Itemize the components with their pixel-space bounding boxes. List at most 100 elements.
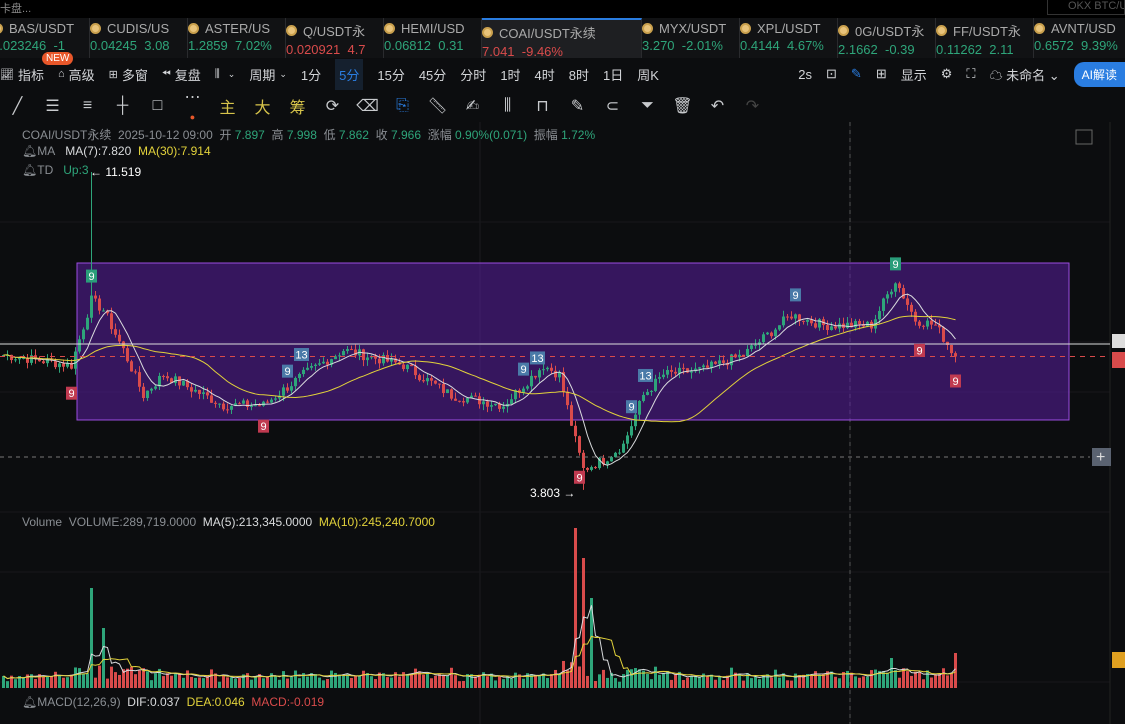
toolbar-item[interactable]: 45分: [419, 65, 446, 84]
toolbar-item[interactable]: 1时: [500, 65, 520, 84]
coin-icon: [0, 23, 3, 34]
toolbar-item[interactable]: ⊞ 多窗: [109, 65, 148, 84]
symbol-tab[interactable]: 0G/USDT永 2.1662 -0.39: [838, 18, 936, 58]
chart-area[interactable]: +9 9 9 9 13 9 13 9 9 13 9 9 9 9 COAI/USDT永续 2025-10-1…: [0, 122, 1125, 724]
candle-body: [674, 371, 677, 374]
volume-bar: [930, 677, 933, 688]
search-input[interactable]: OKX BTC/USDT: [1047, 0, 1125, 15]
bell-icon[interactable]: 🔔︎: [22, 163, 37, 177]
candle-body: [82, 329, 85, 340]
candle-body: [918, 321, 921, 326]
volume-bar: [498, 676, 501, 688]
symbol-tab[interactable]: ASTER/US 1.2859 7.02%: [188, 18, 286, 58]
note-icon[interactable]: ✎: [560, 96, 595, 116]
volume-legend: Volume VOLUME:289,719.0000 MA(5):213,345…: [22, 515, 435, 529]
filter-icon[interactable]: ⏷: [630, 97, 665, 115]
chart-canvas[interactable]: +9 9 9 9 13 9 13 9 9 13 9 9 9 9: [0, 122, 1125, 724]
parallel-lines-icon[interactable]: ☰: [35, 96, 70, 116]
brush-icon[interactable]: ✍︎: [455, 96, 490, 116]
symbol-tab[interactable]: AVNT/USD 0.6572 9.39%: [1034, 18, 1125, 58]
toolbar-item[interactable]: 4时: [535, 65, 555, 84]
trash-icon[interactable]: 🗑︎: [665, 96, 700, 116]
candle-body: [378, 358, 381, 364]
ruler-icon[interactable]: 📏︎: [420, 96, 455, 116]
td-marker-label: 9: [952, 376, 958, 388]
volume-bar: [266, 676, 269, 688]
add-window-icon[interactable]: ⊞: [876, 66, 887, 82]
volume-bar: [770, 677, 773, 688]
trendline-icon[interactable]: ╱: [0, 96, 35, 116]
candle-body: [122, 341, 125, 349]
volume-bar: [70, 674, 73, 688]
magnet-icon[interactable]: ⊂: [595, 96, 630, 116]
chips-button[interactable]: 筹: [280, 94, 315, 118]
symbol-tab[interactable]: COAI/USDT永续 7.041 -9.46%: [482, 18, 642, 58]
toolbar-item[interactable]: ⏪︎ 复盘: [162, 65, 201, 84]
candle-body: [906, 298, 909, 305]
volume-bar: [250, 679, 253, 688]
td-marker-label: 9: [892, 259, 898, 271]
bookmark-icon[interactable]: ⎘: [385, 97, 420, 115]
redo-icon[interactable]: ↷: [735, 96, 770, 116]
toolbar-label: 1分: [300, 67, 322, 83]
volume-bar: [934, 674, 937, 688]
toolbar-item[interactable]: 1日: [603, 65, 623, 84]
bell-icon[interactable]: 🔔︎: [22, 695, 37, 709]
more-icon[interactable]: ⋯●: [175, 87, 210, 125]
candle-body: [254, 405, 257, 407]
candle-body: [202, 392, 205, 394]
undo-icon[interactable]: ↶: [700, 96, 735, 116]
candle-body: [486, 401, 489, 407]
coin-icon: [286, 25, 297, 36]
toolbar-item[interactable]: 分时: [460, 65, 486, 84]
display-button[interactable]: 显示: [901, 65, 927, 84]
toolbar-item[interactable]: 周期 ⌄: [249, 65, 287, 84]
symbol-tab[interactable]: XPL/USDT 0.4144 4.67%: [740, 18, 838, 58]
toolbar-item[interactable]: 5分: [335, 58, 364, 90]
volume-bar: [550, 674, 553, 688]
candle-body: [150, 388, 153, 391]
symbol-tab[interactable]: HEMI/USD 0.06812 0.31: [384, 18, 482, 58]
candle-body: [490, 405, 493, 407]
fullscreen-icon[interactable]: ⛶: [966, 66, 975, 82]
rectangle-icon[interactable]: □: [140, 97, 175, 115]
main-chart-button[interactable]: 主: [210, 94, 245, 118]
settings-icon[interactable]: ⚙: [941, 66, 953, 82]
tab-symbol: COAI/USDT永续: [499, 26, 596, 41]
volume-bar: [106, 678, 109, 688]
lock-icon[interactable]: ⊓: [525, 96, 560, 116]
macd-dif: DIF:0.037: [127, 695, 180, 709]
toolbar-item[interactable]: 周K: [637, 65, 659, 84]
candles-icon[interactable]: ⫼: [490, 97, 525, 115]
sync-icon[interactable]: ⟳: [315, 96, 350, 116]
symbol-tab[interactable]: Q/USDT永 0.020921 4.7: [286, 18, 384, 58]
bell-icon[interactable]: 🔔︎: [22, 144, 37, 158]
camera-icon[interactable]: ⊡: [826, 66, 837, 82]
symbol-tab[interactable]: CUDIS/US 0.04245 3.08: [90, 18, 188, 58]
td-marker-label: 13: [639, 370, 651, 382]
horizontal-line-icon[interactable]: ┼: [105, 97, 140, 115]
symbol-tabs: BAS/USDT 0.023246 -1 CUDIS/US 0.04245 3.08 A…: [0, 18, 1125, 58]
large-order-button[interactable]: 大: [245, 94, 280, 118]
layout-dropdown[interactable]: ☁ 未命名 ⌄: [990, 65, 1060, 84]
symbol-tab[interactable]: MYX/USDT 3.270 -2.01%: [642, 18, 740, 58]
fib-icon[interactable]: ≡: [70, 97, 105, 115]
toolbar-item[interactable]: 8时: [569, 65, 589, 84]
toolbar-label: 5分: [339, 67, 360, 83]
eraser-icon[interactable]: ⌫: [350, 96, 385, 116]
candle-body: [902, 288, 905, 299]
ai-button[interactable]: AI解读: [1073, 61, 1125, 87]
toolbar-item[interactable]: 15分: [377, 65, 404, 84]
candle-body: [342, 351, 345, 356]
toolbar-item[interactable]: ⫼ ⌄: [215, 68, 236, 81]
symbol-tab[interactable]: FF/USDT永 0.11262 2.11: [936, 18, 1034, 58]
candle-body: [682, 367, 685, 369]
candle-body: [786, 316, 789, 318]
refresh-interval[interactable]: 2s: [798, 67, 812, 82]
toolbar-item[interactable]: ⌂ 高级: [58, 65, 95, 84]
candle-body: [286, 387, 289, 391]
pen-icon[interactable]: ✎: [851, 66, 862, 82]
toolbar-item[interactable]: 📈︎ 指标: [0, 65, 44, 84]
volume-bar: [50, 676, 53, 688]
toolbar-item[interactable]: 1分: [301, 65, 321, 84]
